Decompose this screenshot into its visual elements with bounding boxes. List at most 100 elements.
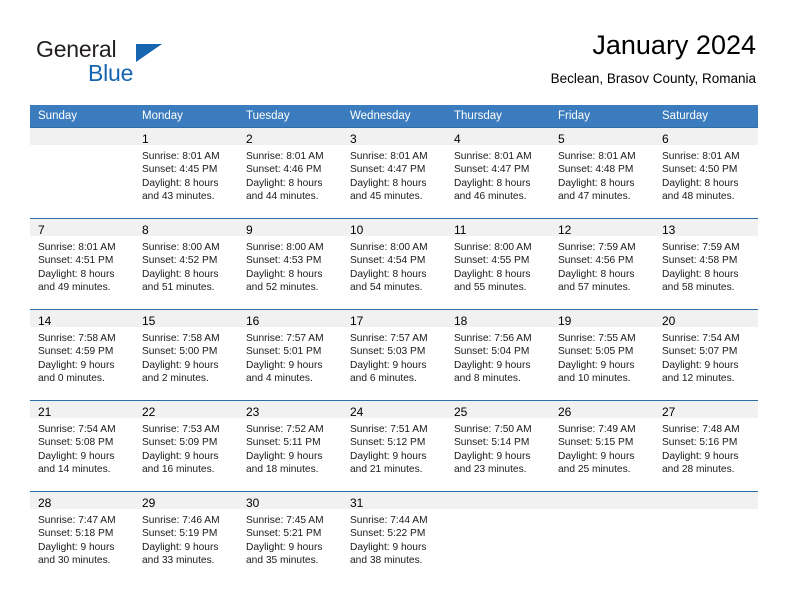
calendar-day-cell[interactable]: 7 Sunrise: 8:01 AM Sunset: 4:51 PM Daylight… [30, 218, 134, 310]
calendar-day-cell[interactable]: 18 Sunrise: 7:56 AM Sunset: 5:04 PM Dayligh… [446, 309, 550, 401]
calendar-day-cell[interactable]: 22 Sunrise: 7:53 AM Sunset: 5:09 PM Dayligh… [134, 400, 238, 492]
calendar-grid: Sunday Monday Tuesday Wednesday Thursday… [30, 105, 758, 582]
calendar-day-cell[interactable]: 4 Sunrise: 8:01 AM Sunset: 4:47 PM Daylight… [446, 127, 550, 219]
day-details: Sunrise: 8:00 AM Sunset: 4:55 PM Daylight:… [446, 236, 550, 295]
day-details: Sunrise: 8:01 AM Sunset: 4:47 PM Daylight:… [342, 145, 446, 204]
calendar-day-cell[interactable]: 25 Sunrise: 7:50 AM Sunset: 5:14 PM Dayligh… [446, 400, 550, 492]
calendar-empty-cell [550, 491, 654, 582]
title-block: January 2024 Beclean, Brasov County, Rom… [551, 28, 756, 89]
day-detail-line: and 43 minutes. [142, 191, 215, 203]
calendar-day-cell[interactable]: 26 Sunrise: 7:49 AM Sunset: 5:15 PM Dayligh… [550, 400, 654, 492]
brand-logo[interactable]: General Blue [36, 36, 236, 90]
day-number: 6 [662, 132, 669, 146]
day-detail-line: and 55 minutes. [454, 282, 527, 294]
brand-name-general: General [36, 36, 117, 62]
calendar-day-cell[interactable]: 23 Sunrise: 7:52 AM Sunset: 5:11 PM Dayligh… [238, 400, 342, 492]
day-details: Sunrise: 8:01 AM Sunset: 4:50 PM Daylight:… [654, 145, 758, 204]
calendar-day-cell[interactable]: 21 Sunrise: 7:54 AM Sunset: 5:08 PM Dayligh… [30, 400, 134, 492]
calendar-day-cell[interactable]: 27 Sunrise: 7:48 AM Sunset: 5:16 PM Dayligh… [654, 400, 758, 492]
day-number: 30 [246, 496, 260, 510]
triangle-icon [136, 44, 162, 62]
day-detail-line: and 8 minutes. [454, 373, 521, 385]
calendar-day-cell[interactable]: 31 Sunrise: 7:44 AM Sunset: 5:22 PM Dayligh… [342, 491, 446, 582]
day-detail-line: Sunrise: 7:57 AM [350, 333, 428, 344]
day-number: 23 [246, 405, 260, 419]
day-detail-line: and 52 minutes. [246, 282, 319, 294]
day-detail-line: and 6 minutes. [350, 373, 417, 385]
calendar-day-cell[interactable]: 10 Sunrise: 8:00 AM Sunset: 4:54 PM Dayligh… [342, 218, 446, 310]
day-detail-line: Daylight: 8 hours [350, 268, 427, 280]
day-detail-line: Sunrise: 7:58 AM [38, 333, 116, 344]
day-number: 27 [662, 405, 676, 419]
calendar-day-cell[interactable]: 12 Sunrise: 7:59 AM Sunset: 4:56 PM Dayligh… [550, 218, 654, 310]
day-number-band [550, 492, 654, 509]
calendar-day-cell[interactable]: 30 Sunrise: 7:45 AM Sunset: 5:21 PM Dayligh… [238, 491, 342, 582]
calendar-day-cell[interactable]: 2 Sunrise: 8:01 AM Sunset: 4:46 PM Daylight… [238, 127, 342, 219]
day-details: Sunrise: 7:45 AM Sunset: 5:21 PM Daylight:… [238, 509, 342, 568]
calendar-day-cell[interactable]: 24 Sunrise: 7:51 AM Sunset: 5:12 PM Dayligh… [342, 400, 446, 492]
day-detail-line: and 58 minutes. [662, 282, 735, 294]
calendar-day-cell[interactable]: 11 Sunrise: 8:00 AM Sunset: 4:55 PM Dayligh… [446, 218, 550, 310]
day-detail-line: Sunset: 5:18 PM [38, 528, 114, 540]
day-number: 9 [246, 223, 253, 237]
day-detail-line: Sunset: 5:14 PM [454, 437, 530, 449]
calendar-day-cell[interactable]: 8 Sunrise: 8:00 AM Sunset: 4:52 PM Daylight… [134, 218, 238, 310]
day-number-band: 25 [446, 401, 550, 419]
calendar-day-cell[interactable]: 15 Sunrise: 7:58 AM Sunset: 5:00 PM Dayligh… [134, 309, 238, 401]
calendar-day-cell[interactable]: 16 Sunrise: 7:57 AM Sunset: 5:01 PM Dayligh… [238, 309, 342, 401]
day-number: 8 [142, 223, 149, 237]
day-details: Sunrise: 7:46 AM Sunset: 5:19 PM Daylight:… [134, 509, 238, 568]
day-number: 19 [558, 314, 572, 328]
day-details: Sunrise: 8:01 AM Sunset: 4:51 PM Daylight:… [30, 236, 134, 295]
day-number-band: 24 [342, 401, 446, 419]
day-detail-line: Sunrise: 7:57 AM [246, 333, 324, 344]
calendar-day-cell[interactable]: 9 Sunrise: 8:00 AM Sunset: 4:53 PM Daylight… [238, 218, 342, 310]
day-details: Sunrise: 7:53 AM Sunset: 5:09 PM Daylight:… [134, 418, 238, 477]
day-details: Sunrise: 7:55 AM Sunset: 5:05 PM Daylight:… [550, 327, 654, 386]
calendar-week-row: 21 Sunrise: 7:54 AM Sunset: 5:08 PM Dayligh… [30, 400, 758, 492]
day-number-band: 20 [654, 310, 758, 328]
weekday-header-thursday: Thursday [446, 105, 550, 128]
calendar-day-cell[interactable]: 3 Sunrise: 8:01 AM Sunset: 4:47 PM Daylight… [342, 127, 446, 219]
day-detail-line: Sunset: 5:08 PM [38, 437, 114, 449]
day-detail-line: Daylight: 9 hours [454, 450, 531, 462]
day-detail-line: Daylight: 9 hours [142, 541, 219, 553]
day-detail-line: and 30 minutes. [38, 555, 111, 567]
day-detail-line: Sunset: 5:04 PM [454, 346, 530, 358]
day-detail-line: Daylight: 8 hours [662, 268, 739, 280]
day-detail-line: Sunrise: 7:55 AM [558, 333, 636, 344]
day-details: Sunrise: 7:58 AM Sunset: 4:59 PM Daylight:… [30, 327, 134, 386]
day-number: 1 [142, 132, 149, 146]
page-subtitle: Beclean, Brasov County, Romania [550, 71, 756, 86]
day-details: Sunrise: 7:59 AM Sunset: 4:58 PM Daylight:… [654, 236, 758, 295]
calendar-empty-cell [654, 491, 758, 582]
calendar-day-cell[interactable]: 1 Sunrise: 8:01 AM Sunset: 4:45 PM Daylight… [134, 127, 238, 219]
day-detail-line: and 49 minutes. [38, 282, 111, 294]
day-detail-line: and 0 minutes. [38, 373, 105, 385]
day-detail-line: Sunset: 5:21 PM [246, 528, 322, 540]
day-number-band: 3 [342, 128, 446, 146]
calendar-day-cell[interactable]: 14 Sunrise: 7:58 AM Sunset: 4:59 PM Dayligh… [30, 309, 134, 401]
calendar-day-cell[interactable]: 19 Sunrise: 7:55 AM Sunset: 5:05 PM Dayligh… [550, 309, 654, 401]
day-number-band: 18 [446, 310, 550, 328]
day-detail-line: Daylight: 9 hours [246, 359, 323, 371]
calendar-day-cell[interactable]: 5 Sunrise: 8:01 AM Sunset: 4:48 PM Daylight… [550, 127, 654, 219]
calendar-day-cell[interactable]: 17 Sunrise: 7:57 AM Sunset: 5:03 PM Dayligh… [342, 309, 446, 401]
day-detail-line: Sunrise: 7:45 AM [246, 515, 324, 526]
calendar-day-cell[interactable]: 13 Sunrise: 7:59 AM Sunset: 4:58 PM Dayligh… [654, 218, 758, 310]
calendar-day-cell[interactable]: 28 Sunrise: 7:47 AM Sunset: 5:18 PM Dayligh… [30, 491, 134, 582]
day-detail-line: Daylight: 8 hours [142, 268, 219, 280]
day-details: Sunrise: 7:44 AM Sunset: 5:22 PM Daylight:… [342, 509, 446, 568]
calendar-empty-cell [446, 491, 550, 582]
day-detail-line: Daylight: 8 hours [558, 177, 635, 189]
day-detail-line: Sunset: 4:47 PM [350, 164, 426, 176]
calendar-day-cell[interactable]: 20 Sunrise: 7:54 AM Sunset: 5:07 PM Dayligh… [654, 309, 758, 401]
day-number-band: 30 [238, 492, 342, 510]
day-detail-line: Sunset: 4:53 PM [246, 255, 322, 267]
calendar-day-cell[interactable]: 29 Sunrise: 7:46 AM Sunset: 5:19 PM Dayligh… [134, 491, 238, 582]
day-number-band: 23 [238, 401, 342, 419]
day-number: 29 [142, 496, 156, 510]
day-number: 25 [454, 405, 468, 419]
day-number: 21 [38, 405, 52, 419]
calendar-day-cell[interactable]: 6 Sunrise: 8:01 AM Sunset: 4:50 PM Daylight… [654, 127, 758, 219]
